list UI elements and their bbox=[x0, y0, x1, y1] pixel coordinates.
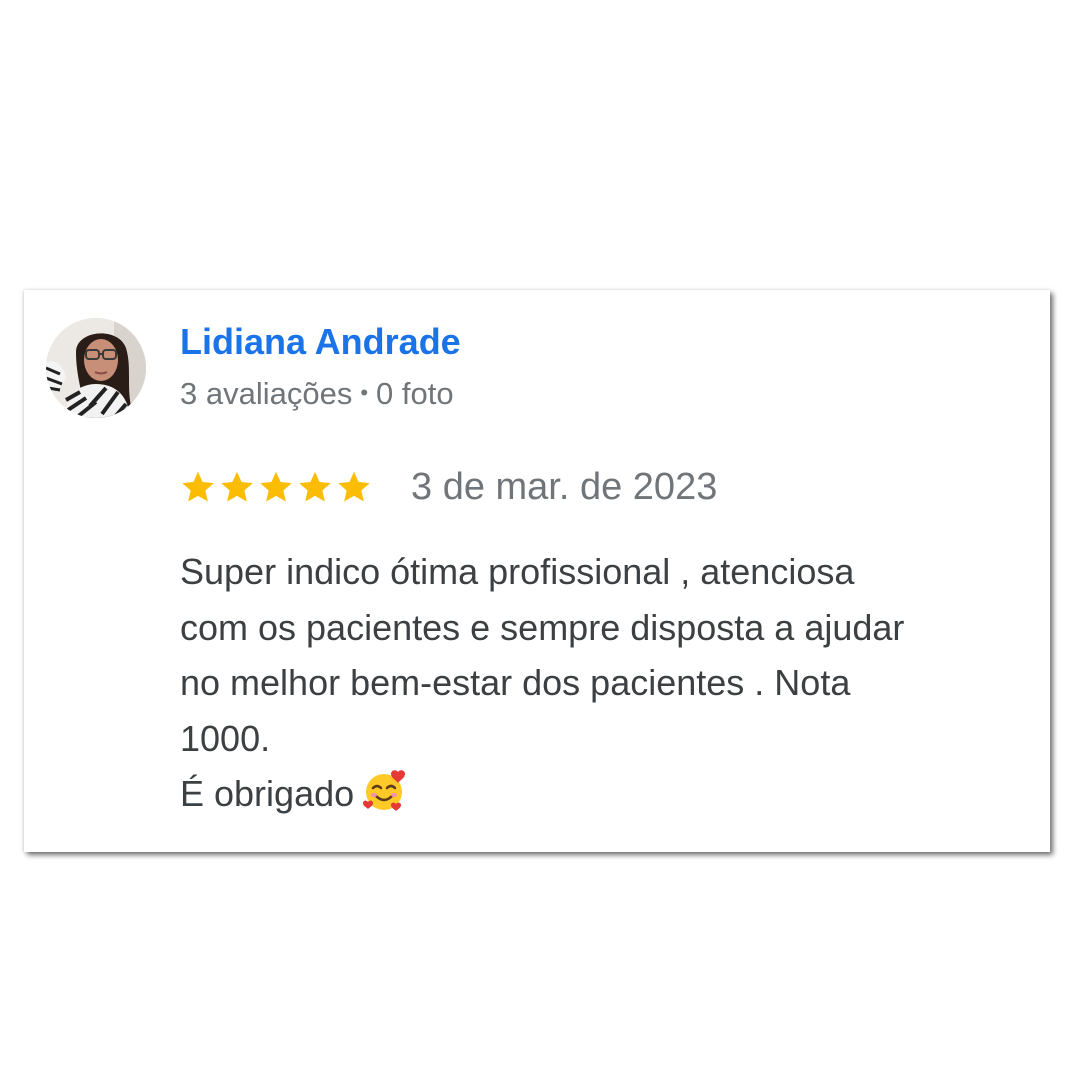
review-body: Super indico ótima profissional , atenci… bbox=[180, 551, 905, 814]
smiling-face-with-hearts-icon bbox=[362, 768, 408, 814]
photos-count: 0 foto bbox=[376, 376, 454, 411]
star-rating bbox=[180, 469, 375, 505]
star-icon bbox=[182, 471, 214, 502]
reviewer-stats: 3 avaliações • 0 foto bbox=[180, 378, 454, 409]
avatar-photo bbox=[46, 318, 146, 418]
separator-dot: • bbox=[360, 380, 369, 405]
reviews-count: 3 avaliações bbox=[180, 376, 353, 411]
rating-row: 3 de mar. de 2023 bbox=[180, 464, 717, 510]
reviewer-name[interactable]: Lidiana Andrade bbox=[180, 324, 461, 360]
star-icon bbox=[299, 471, 331, 502]
review-text: Super indico ótima profissional , atenci… bbox=[180, 544, 1030, 822]
page: Lidiana Andrade 3 avaliações • 0 foto 3 de… bbox=[0, 0, 1080, 1080]
star-icon bbox=[260, 471, 292, 502]
star-icon bbox=[338, 471, 370, 502]
avatar[interactable] bbox=[46, 318, 146, 418]
star-icon bbox=[221, 471, 253, 502]
review-card: Lidiana Andrade 3 avaliações • 0 foto 3 de… bbox=[24, 290, 1050, 852]
review-date: 3 de mar. de 2023 bbox=[411, 466, 718, 508]
